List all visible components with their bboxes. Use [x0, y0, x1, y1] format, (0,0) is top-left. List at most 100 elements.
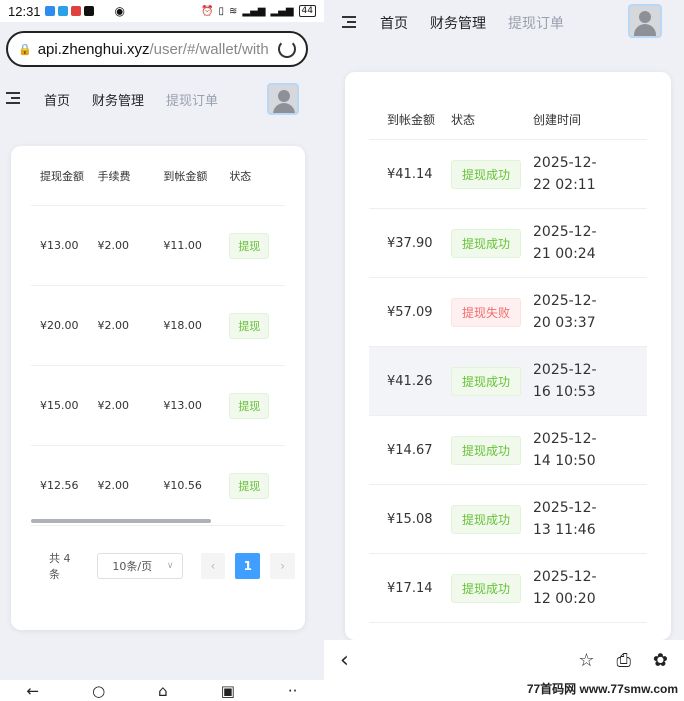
- table-row: ¥37.90 提现成功 2025-12- 21 00:24: [369, 209, 647, 278]
- status-badge: 提现: [229, 312, 270, 339]
- status-badge: 提现: [229, 232, 270, 259]
- avatar-icon[interactable]: [628, 4, 662, 38]
- withdraw-table-card: 提现金额 手续费 到帐金额 状态 ¥13.00 ¥2.00 ¥11.00 提现 …: [11, 146, 305, 630]
- cell-created-time: 2025-12- 21 00:24: [533, 224, 597, 262]
- cell-received: ¥13.00: [163, 399, 202, 412]
- nav-withdraw-orders[interactable]: 提现订单: [166, 90, 218, 109]
- page-size-select[interactable]: 10条/页 ∨: [97, 553, 183, 579]
- pagination-total: 共 4 条: [49, 552, 71, 581]
- cell-created-time: 2025-12- 14 10:50: [533, 431, 597, 469]
- alarm-icon: ⏰: [201, 5, 214, 17]
- status-badge: 提现: [229, 472, 270, 499]
- status-badge: 提现成功: [451, 504, 522, 534]
- star-icon[interactable]: ☆: [578, 650, 594, 671]
- cell-received: ¥11.00: [163, 239, 202, 252]
- cell-amount: ¥12.56: [40, 479, 79, 492]
- status-badge: 提现成功: [451, 573, 522, 603]
- header-cell: 提现金额: [40, 169, 84, 183]
- top-nav: 首页 财务管理 提现订单: [324, 0, 684, 46]
- avatar-icon[interactable]: [267, 83, 299, 115]
- withdraw-table: 到帐金额 状态 创建时间 ¥41.14 提现成功 2025-12- 22 02:1…: [369, 100, 647, 623]
- status-bar: 12:31 ◉ ⏰ ▯ ≋ ▂▄▆ ▂▄▆ 44: [0, 0, 324, 22]
- table-row: ¥41.14 提现成功 2025-12- 22 02:11: [369, 140, 647, 209]
- nav-finance[interactable]: 财务管理: [430, 13, 486, 33]
- status-badge: 提现成功: [451, 435, 522, 465]
- cell-received: ¥37.90: [387, 235, 433, 251]
- nav-home[interactable]: 首页: [44, 90, 70, 109]
- next-page-button[interactable]: ›: [270, 553, 295, 579]
- table-row: ¥15.08 提现成功 2025-12- 13 11:46: [369, 485, 647, 554]
- cell-amount: ¥15.00: [40, 399, 79, 412]
- notification-icon: [57, 6, 68, 16]
- back-icon[interactable]: ←: [27, 682, 40, 700]
- withdraw-table-card: 到帐金额 状态 创建时间 ¥41.14 提现成功 2025-12- 22 02:1…: [345, 72, 671, 640]
- page-1-button[interactable]: 1: [235, 553, 261, 579]
- cell-received: ¥17.14: [387, 580, 433, 596]
- url-bar[interactable]: 🔒 api.zhenghui.xyz /user/#/wallet/with: [6, 31, 308, 67]
- cell-amount: ¥20.00: [40, 319, 79, 332]
- nav-home[interactable]: 首页: [380, 13, 408, 33]
- inbox-icon[interactable]: ⎙: [617, 650, 631, 671]
- menu-icon[interactable]: [342, 16, 358, 30]
- url-host: api.zhenghui.xyz: [37, 40, 150, 58]
- search-icon[interactable]: ○: [92, 682, 105, 700]
- cell-amount: ¥13.00: [40, 239, 79, 252]
- status-badge: 提现失败: [451, 297, 522, 327]
- nav-finance[interactable]: 财务管理: [92, 90, 144, 109]
- table-row: ¥20.00 ¥2.00 ¥18.00 提现: [31, 286, 285, 366]
- signal-icon: ▂▄▆: [270, 5, 294, 17]
- withdraw-table: 提现金额 手续费 到帐金额 状态 ¥13.00 ¥2.00 ¥11.00 提现 …: [31, 146, 285, 526]
- header-cell: 手续费: [97, 169, 131, 183]
- home-icon[interactable]: ⌂: [158, 682, 168, 700]
- status-icons: ⏰ ▯ ≋ ▂▄▆ ▂▄▆ 44: [201, 5, 316, 17]
- eye-icon: ◉: [114, 4, 126, 18]
- right-phone-screen: 首页 财务管理 提现订单 到帐金额 状态 创建时间 ¥41.14 提现成功 20…: [324, 0, 684, 701]
- cell-created-time: 2025-12- 22 02:11: [533, 155, 597, 193]
- status-time: 12:31: [8, 3, 41, 19]
- vibrate-icon: ▯: [218, 5, 224, 17]
- prev-page-button[interactable]: ‹: [200, 553, 226, 579]
- notification-icon: [70, 6, 81, 16]
- table-row: ¥17.14 提现成功 2025-12- 12 00:20: [369, 554, 647, 623]
- cell-received: ¥15.08: [387, 511, 433, 527]
- table-row: ¥15.00 ¥2.00 ¥13.00 提现: [31, 366, 285, 446]
- left-phone-screen: 12:31 ◉ ⏰ ▯ ≋ ▂▄▆ ▂▄▆ 44 🔒 api.zhenghui.…: [0, 0, 324, 701]
- cell-fee: ¥2.00: [97, 319, 130, 332]
- table-row: ¥13.00 ¥2.00 ¥11.00 提现: [31, 206, 285, 286]
- browser-toolbar: ‹ ☆ ⎙ ✿: [324, 640, 684, 680]
- table-row: ¥57.09 提现失败 2025-12- 20 03:37: [369, 278, 647, 347]
- nav-withdraw-orders[interactable]: 提现订单: [508, 13, 564, 33]
- more-icon[interactable]: ··: [288, 682, 298, 700]
- chevron-down-icon: ∨: [166, 561, 174, 571]
- cell-created-time: 2025-12- 16 10:53: [533, 362, 597, 400]
- status-badge: 提现成功: [451, 228, 522, 258]
- status-badge: 提现: [229, 392, 270, 419]
- header-cell: 到帐金额: [163, 169, 208, 183]
- status-badge: 提现成功: [451, 366, 522, 396]
- screenshot-root: 12:31 ◉ ⏰ ▯ ≋ ▂▄▆ ▂▄▆ 44 🔒 api.zhenghui.…: [0, 0, 684, 701]
- table-header: 提现金额 手续费 到帐金额 状态: [31, 146, 285, 206]
- url-path: /user/#/wallet/with: [149, 40, 269, 58]
- horizontal-scrollbar[interactable]: [31, 519, 211, 523]
- header-cell: 状态: [229, 169, 252, 183]
- cell-received: ¥57.09: [387, 304, 433, 320]
- cell-created-time: 2025-12- 12 00:20: [533, 569, 597, 607]
- signal-icon: ▂▄▆: [242, 5, 266, 17]
- table-row: ¥12.56 ¥2.00 ¥10.56 提现: [31, 446, 285, 526]
- pagination: 共 4 条 10条/页 ∨ ‹ 1 ›: [49, 552, 305, 581]
- battery-icon: 44: [298, 5, 316, 17]
- reload-icon[interactable]: [278, 40, 296, 58]
- paw-icon[interactable]: ✿: [653, 650, 668, 671]
- table-row: ¥41.26 提现成功 2025-12- 16 10:53: [369, 347, 647, 416]
- cell-received: ¥41.26: [387, 373, 433, 389]
- cell-fee: ¥2.00: [97, 239, 130, 252]
- back-icon[interactable]: ‹: [340, 648, 349, 673]
- header-cell: 到帐金额: [387, 113, 436, 127]
- page-size-value: 10条/页: [112, 560, 153, 573]
- menu-icon[interactable]: [6, 92, 22, 106]
- top-nav: 首页 财务管理 提现订单: [0, 74, 324, 124]
- tabs-icon[interactable]: ▣: [221, 682, 235, 700]
- cell-received: ¥41.14: [387, 166, 433, 182]
- notification-icon: [44, 6, 55, 16]
- header-cell: 创建时间: [533, 112, 582, 127]
